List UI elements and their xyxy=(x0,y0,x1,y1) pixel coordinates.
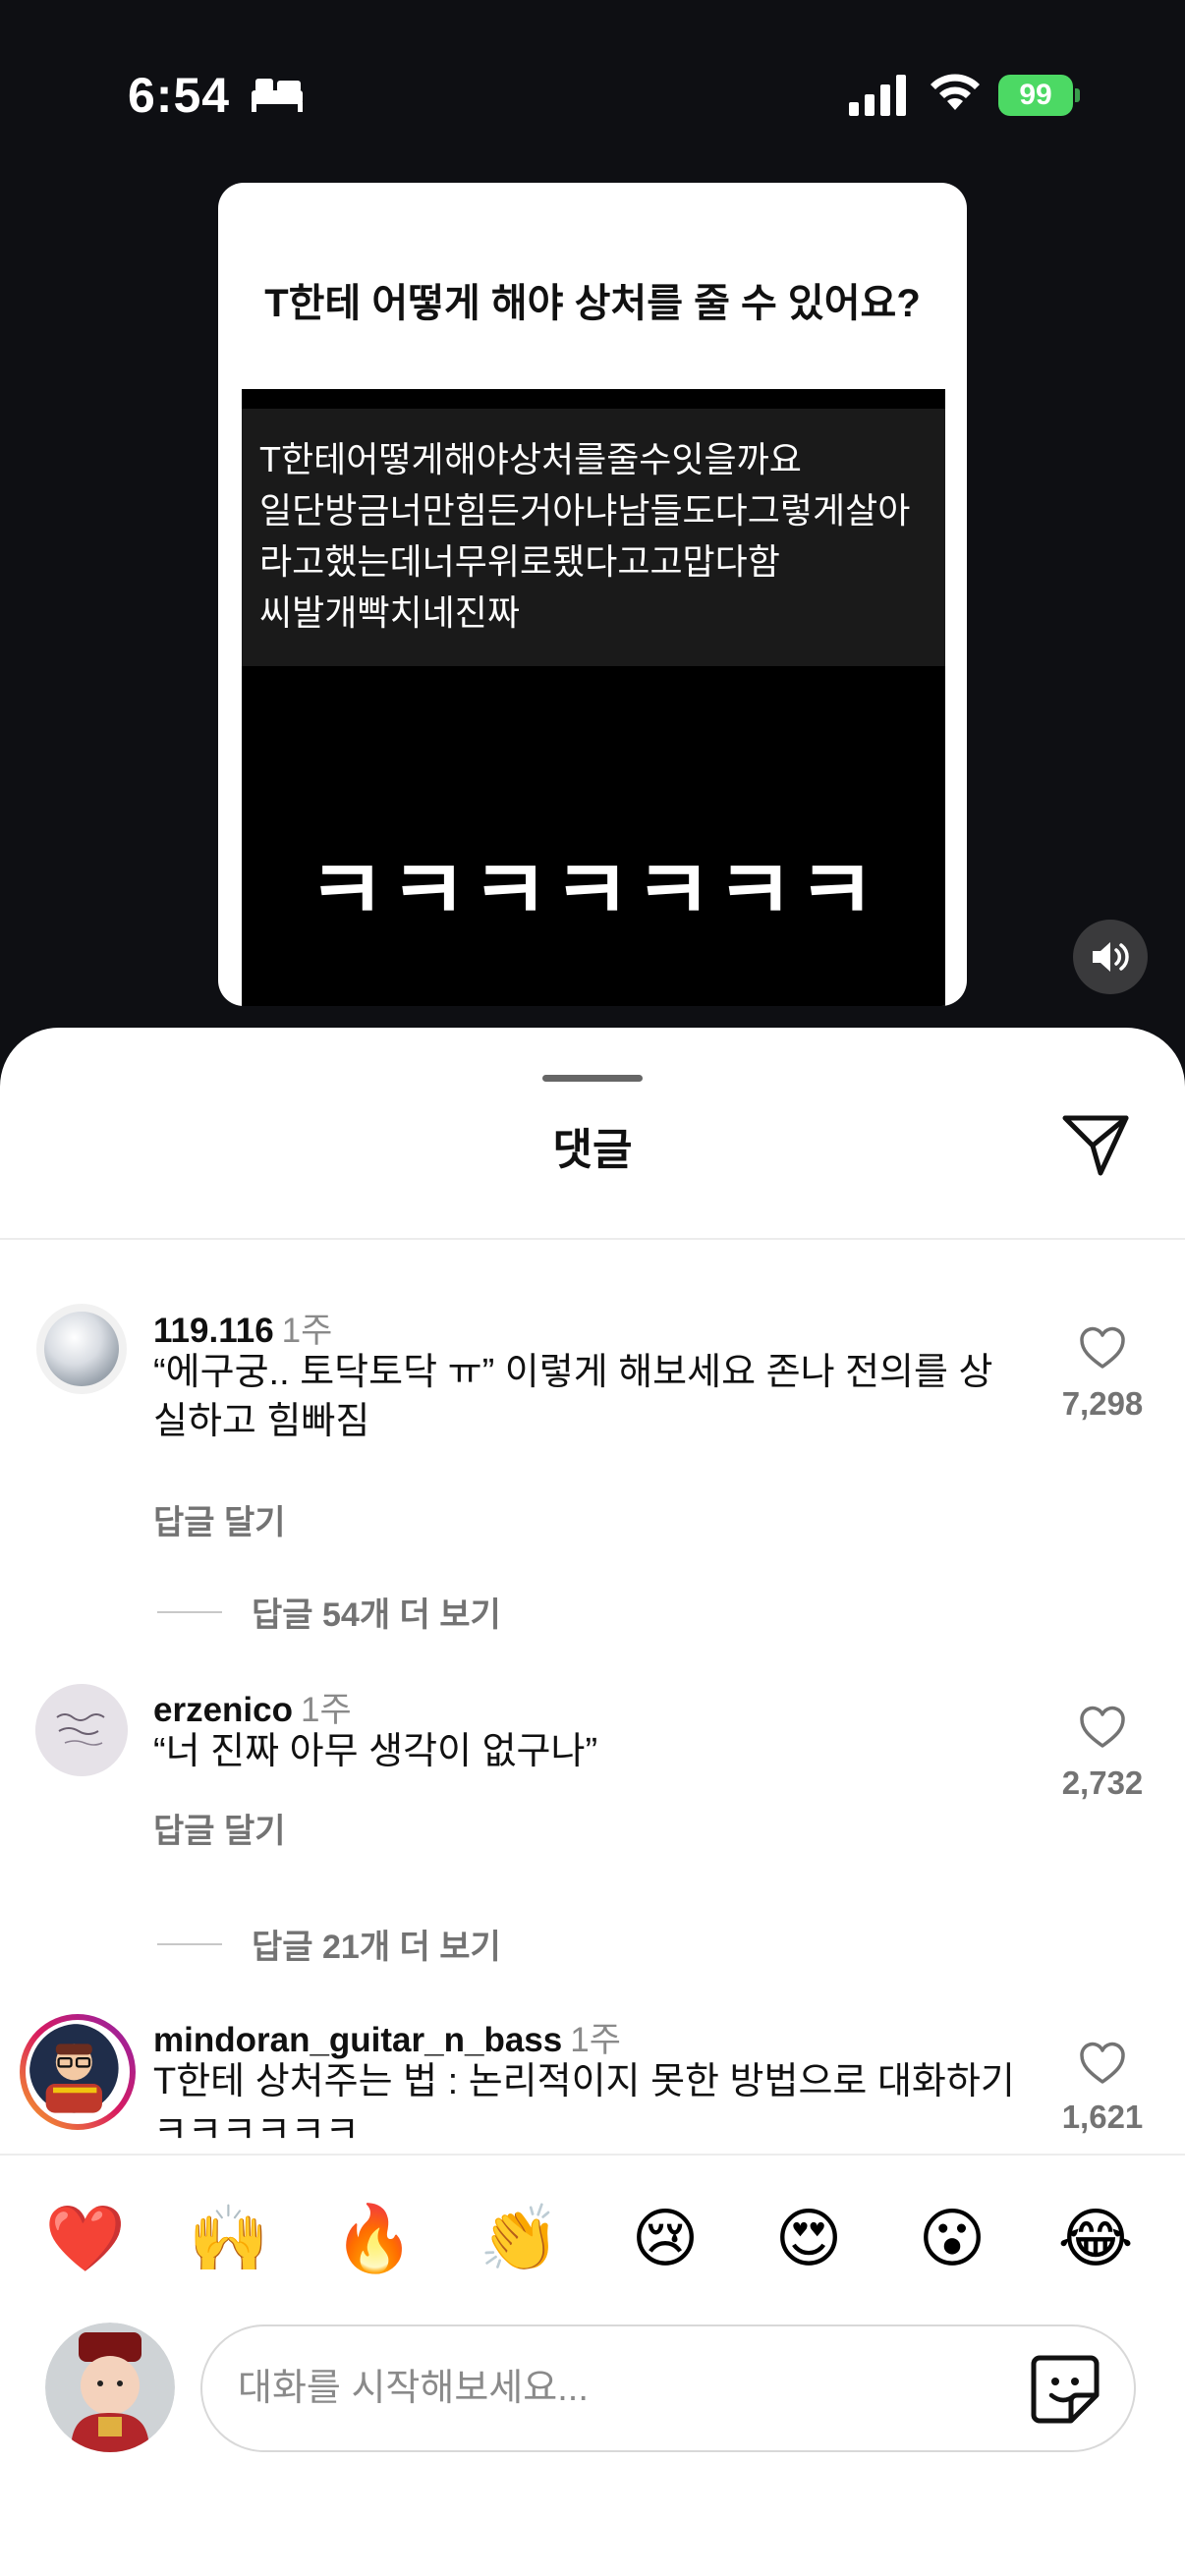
comment-username[interactable]: mindoran_guitar_n_bass 1주 xyxy=(153,2012,621,2062)
reaction-clap[interactable]: 👏 xyxy=(476,2195,564,2283)
comment-username[interactable]: erzenico 1주 xyxy=(153,1682,352,1732)
speaker-icon xyxy=(1093,942,1129,972)
reply-button[interactable]: 답글 달기 xyxy=(153,1495,286,1543)
comment-time: 1주 xyxy=(301,1691,352,1729)
comment-input[interactable] xyxy=(238,2354,985,2423)
heart-icon[interactable] xyxy=(1079,1706,1126,1749)
reaction-laughing[interactable]: 😂 xyxy=(1051,2195,1140,2283)
sound-toggle-button[interactable] xyxy=(1073,920,1148,994)
reaction-surprised[interactable]: 😮 xyxy=(908,2195,996,2283)
comment-username[interactable]: 119.116 1주 xyxy=(153,1303,332,1353)
post-text-line: 일단방금너만힘든거아냐남들도다그렇게살아 xyxy=(259,490,911,531)
reaction-raising-hands[interactable]: 🙌 xyxy=(185,2195,273,2283)
wifi-icon xyxy=(931,74,980,110)
reaction-crying[interactable]: 😢 xyxy=(621,2195,709,2283)
post-media[interactable]: T한테어떻게해야상처를줄수잇을까요 일단방금너만힘든거아냐남들도다그렇게살아 라… xyxy=(242,389,945,1006)
post-text-line: 라고했는데너무위로됐다고고맙다함 xyxy=(259,541,780,582)
avatar[interactable] xyxy=(35,1684,128,1776)
post-big-text: ㅋㅋㅋㅋㅋㅋㅋ xyxy=(308,844,879,938)
username-text[interactable]: erzenico xyxy=(153,1691,293,1729)
like-count: 7,298 xyxy=(1061,1385,1144,1422)
sleep-mode-icon xyxy=(252,79,303,112)
reply-button[interactable]: 답글 달기 xyxy=(153,1804,286,1852)
post-preview[interactable]: T한테 어떻게 해야 상처를 줄 수 있어요? T한테어떻게해야상처를줄수잇을까… xyxy=(218,183,967,1006)
comments-sheet: 댓글 119.116 1주 “에구궁.. 토닥토닥 ㅠ” 이렇게 해보세요 존나… xyxy=(0,1028,1185,2576)
battery-icon: 99 xyxy=(998,75,1081,116)
comment-input-wrapper[interactable] xyxy=(200,2324,1136,2452)
my-avatar[interactable] xyxy=(45,2323,175,2452)
status-bar: 6:54 99 xyxy=(0,0,1185,187)
sheet-title: 댓글 xyxy=(552,1126,633,1174)
view-more-replies-label: 답글 54개 더 보기 xyxy=(252,1596,501,1634)
username-text[interactable]: 119.116 xyxy=(153,1312,274,1350)
comment-text: “에구궁.. 토닥토닥 ㅠ” 이렇게 해보세요 존나 전의를 상실하고 힘빠짐 xyxy=(153,1352,993,1442)
reaction-heart-eyes[interactable]: 😍 xyxy=(764,2195,853,2283)
sheet-grabber[interactable] xyxy=(542,1075,643,1082)
comment-time: 1주 xyxy=(281,1312,333,1350)
post-text-line: T한테어떻게해야상처를줄수잇을까요 xyxy=(259,439,802,479)
view-more-replies-button[interactable]: 답글 21개 더 보기 xyxy=(157,1920,501,1968)
post-title: T한테 어떻게 해야 상처를 줄 수 있어요? xyxy=(264,282,921,325)
replies-line xyxy=(157,1610,222,1613)
username-text[interactable]: mindoran_guitar_n_bass xyxy=(153,2021,562,2059)
quick-reaction-bar: ❤️ 🙌 🔥 👏 😢 😍 😮 😂 xyxy=(0,2195,1185,2283)
comment-list[interactable]: 119.116 1주 “에구궁.. 토닥토닥 ㅠ” 이렇게 해보세요 존나 전의를… xyxy=(0,1240,1185,2154)
comment-time: 1주 xyxy=(570,2021,621,2059)
like-count: 2,732 xyxy=(1061,1764,1144,1801)
post-text-box: T한테어떻게해야상처를줄수잇을까요 일단방금너만힘든거아냐남들도다그렇게살아 라… xyxy=(242,409,945,666)
avatar[interactable] xyxy=(35,1303,128,1395)
reaction-heart[interactable]: ❤️ xyxy=(41,2195,130,2283)
story-avatar[interactable] xyxy=(20,2014,136,2130)
comment-text: “너 진짜 아무 생각이 없구나” xyxy=(153,1731,598,1772)
like-count: 1,621 xyxy=(1061,2099,1144,2135)
sticker-icon[interactable] xyxy=(1028,2352,1102,2427)
heart-icon[interactable] xyxy=(1079,1326,1126,1370)
replies-line xyxy=(157,1942,222,1945)
reaction-fire[interactable]: 🔥 xyxy=(330,2195,419,2283)
status-time: 6:54 xyxy=(128,68,231,123)
heart-icon[interactable] xyxy=(1079,2042,1126,2085)
cellular-signal-icon xyxy=(849,75,906,116)
post-text-line: 씨발개빡치네진짜 xyxy=(259,592,520,633)
comment-text: T한테 상처주는 법 : 논리적이지 못한 방법으로 대화하기 ㅋㅋㅋㅋㅋㅋ xyxy=(153,2061,1015,2152)
send-icon[interactable] xyxy=(1061,1112,1132,1177)
battery-tip xyxy=(1075,88,1080,102)
view-more-replies-label: 답글 21개 더 보기 xyxy=(252,1929,501,1966)
view-more-replies-button[interactable]: 답글 54개 더 보기 xyxy=(157,1588,501,1636)
battery-level: 99 xyxy=(998,75,1073,116)
footer-divider xyxy=(0,2154,1185,2156)
